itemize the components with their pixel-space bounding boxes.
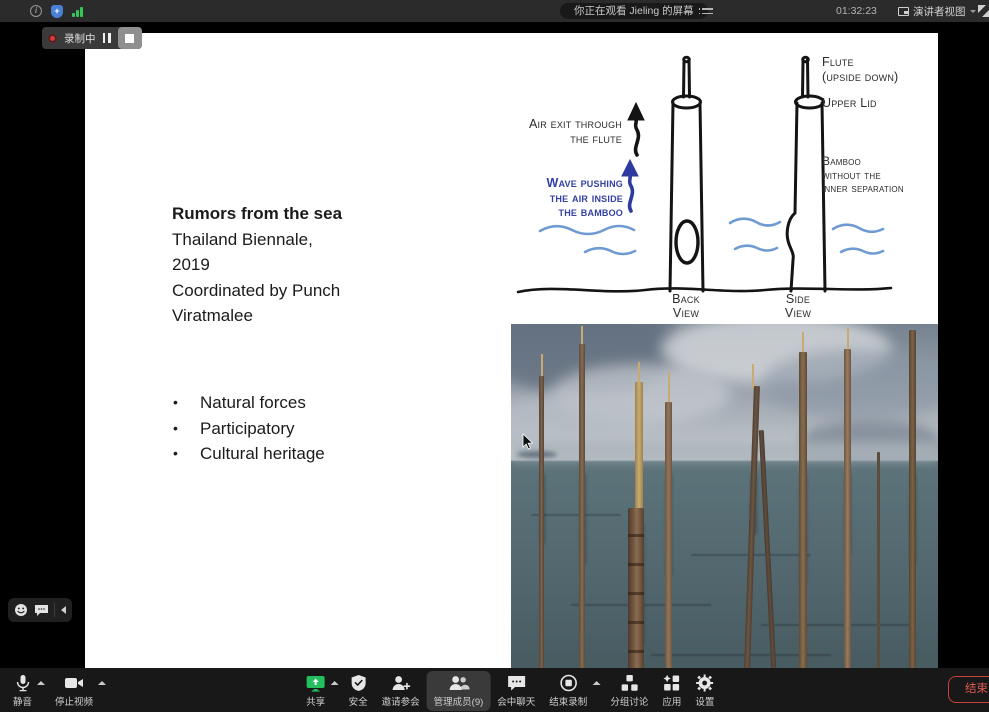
label-flute: Flute (upside down) xyxy=(822,55,898,84)
layout-icon xyxy=(898,7,909,16)
stop-video-button[interactable]: 停止视频 xyxy=(48,671,100,711)
invite-person-icon xyxy=(391,674,411,692)
apps-button[interactable]: 应用 xyxy=(655,671,688,711)
meeting-toolbar: 静音 停止视频 共享 xyxy=(0,668,989,712)
reaction-smiley-icon[interactable] xyxy=(14,603,28,617)
zoom-meeting-window: i 你正在观看 Jieling 的屏幕 01:32:23 演讲者视图 录制中 R… xyxy=(0,0,989,712)
stop-square-icon xyxy=(125,34,134,43)
fullscreen-icon[interactable] xyxy=(978,5,989,17)
chevron-down-icon xyxy=(970,10,976,13)
breakout-rooms-button[interactable]: 分组讨论 xyxy=(603,671,655,711)
recording-dot-icon xyxy=(48,34,57,43)
security-shield-icon xyxy=(349,674,367,692)
breakout-rooms-icon xyxy=(620,674,638,692)
label-bamboo: Bamboo without the inner separation xyxy=(822,155,904,196)
top-menubar: i 你正在观看 Jieling 的屏幕 01:32:23 演讲者视图 xyxy=(0,0,989,22)
label-back-view: Back View xyxy=(656,292,716,320)
meeting-info-icon[interactable]: i xyxy=(30,5,42,17)
microphone-icon xyxy=(14,674,32,692)
share-screen-button[interactable]: 共享 xyxy=(299,671,333,711)
encryption-shield-icon[interactable] xyxy=(51,5,63,18)
chat-bubble-icon[interactable] xyxy=(34,604,49,617)
participants-icon xyxy=(447,674,469,692)
collapse-left-icon[interactable] xyxy=(61,606,66,614)
view-options-icon[interactable] xyxy=(697,4,717,18)
speaker-view-label: 演讲者视图 xyxy=(913,4,966,19)
menubar-status-icons: i xyxy=(30,0,83,22)
security-button[interactable]: 安全 xyxy=(342,671,375,711)
share-options-caret[interactable] xyxy=(331,681,339,685)
meeting-chat-icon xyxy=(506,674,526,692)
air-exit-arrow xyxy=(628,103,644,155)
speaker-view-selector[interactable]: 演讲者视图 xyxy=(898,0,976,22)
meeting-timer: 01:32:23 xyxy=(836,0,877,22)
label-wave-pushing: Wave pushing the air inside the bamboo xyxy=(546,176,623,220)
recording-label: 录制中 xyxy=(64,31,96,46)
divider xyxy=(54,603,55,617)
bamboo-poles-photo xyxy=(511,324,938,668)
mic-options-caret[interactable] xyxy=(37,681,45,685)
recording-indicator: 录制中 xyxy=(42,27,142,49)
pause-recording-icon[interactable] xyxy=(103,33,111,43)
water-wave-lines xyxy=(540,219,883,254)
wave-push-arrow xyxy=(622,160,638,211)
label-air-exit: Air exit through the flute xyxy=(529,117,622,147)
settings-button[interactable]: 设置 xyxy=(688,671,721,711)
chat-button[interactable]: 会中聊天 xyxy=(490,671,542,711)
end-meeting-button[interactable]: 结束会议 xyxy=(948,676,989,703)
video-camera-icon xyxy=(64,674,84,692)
stop-recording-button[interactable] xyxy=(118,27,142,49)
watching-screen-banner[interactable]: 你正在观看 Jieling 的屏幕 xyxy=(560,3,708,19)
mouse-cursor xyxy=(522,433,534,451)
stop-record-button[interactable]: 结束录制 xyxy=(542,671,594,711)
reactions-panel xyxy=(8,598,72,622)
stop-record-icon xyxy=(559,674,577,692)
video-options-caret[interactable] xyxy=(98,681,106,685)
shared-screen-stage: 录制中 Rumors from the sea Thailand Biennal… xyxy=(0,22,989,668)
presentation-slide: Rumors from the sea Thailand Biennale, 2… xyxy=(85,33,938,668)
label-upper-lid: Upper Lid xyxy=(822,96,877,110)
apps-icon xyxy=(663,674,681,692)
record-options-caret[interactable] xyxy=(592,681,600,685)
share-screen-icon xyxy=(306,674,326,692)
connection-signal-icon xyxy=(72,6,83,17)
invite-button[interactable]: 邀请参会 xyxy=(375,671,427,711)
label-side-view: Side View xyxy=(768,292,828,320)
mute-button[interactable]: 静音 xyxy=(6,671,39,711)
settings-gear-icon xyxy=(696,674,714,692)
manage-participants-button[interactable]: 管理成员(9) xyxy=(427,671,491,711)
